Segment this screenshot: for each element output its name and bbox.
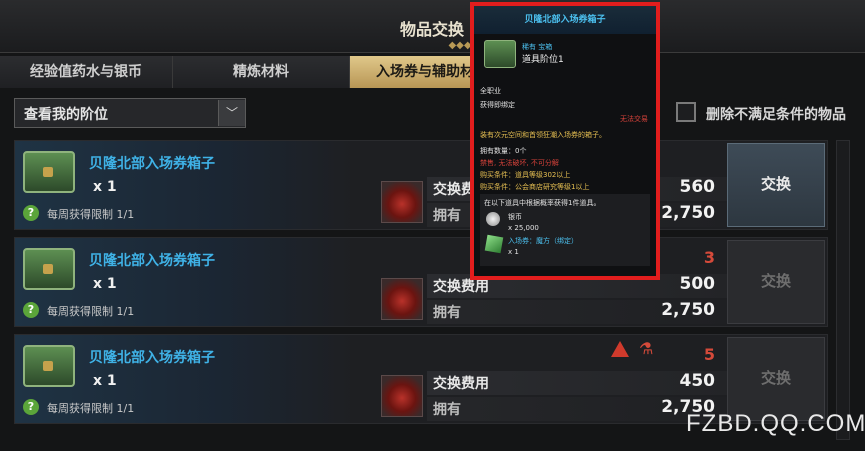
treasure-chest-icon (23, 345, 75, 387)
question-icon[interactable]: ? (23, 399, 39, 415)
tooltip-owned: 拥有数量：0个 (480, 147, 527, 155)
weekly-limit: 每周获得限制 1/1 (47, 402, 135, 415)
window-title: 物品交换 (400, 20, 465, 39)
tooltip-trade: 无法交易 (620, 115, 648, 123)
weekly-limit: 每周获得限制 1/1 (47, 208, 135, 221)
treasure-chest-icon (23, 151, 75, 193)
tooltip-rarity: 稀有 宝箱 (522, 43, 553, 51)
ticket-icon (484, 234, 504, 254)
item-name: 贝隆北部入场券箱子 (89, 350, 215, 366)
scrollbar[interactable] (836, 140, 850, 440)
hide-unmet-checkbox[interactable] (676, 102, 696, 122)
chevron-down-icon[interactable]: ﹀ (218, 100, 245, 126)
tooltip-item-tier: 道具阶位1 (522, 55, 564, 65)
flask-icon: ⚗ (639, 339, 654, 358)
cost-value: 560 (679, 177, 716, 197)
reward-1-name: 银币 (508, 213, 522, 221)
cost-value: 450 (679, 371, 716, 391)
treasure-chest-icon (23, 248, 75, 290)
hide-unmet-label: 删除不满足条件的物品 (706, 107, 846, 123)
tooltip-bind: 获得即绑定 (480, 101, 515, 109)
tooltip-title: 贝隆北部入场券箱子 (524, 15, 606, 25)
tooltip-rewards-header: 在以下道具中根据概率获得1件道具。 (484, 199, 601, 207)
reward-2-name: 入场券：魔方（绑定） (508, 237, 578, 245)
owned-label: 拥有 (433, 208, 461, 224)
treasure-chest-icon (484, 40, 516, 68)
tab-exp-potion-silver[interactable]: 经验值药水与银币 (0, 56, 173, 88)
tooltip-requirement-2: 购买条件：公会商店研究等级1以上 (480, 183, 590, 191)
silver-coin-icon (486, 212, 500, 226)
red-crystal-icon (381, 181, 423, 223)
dropdown-value: 查看我的阶位 (24, 107, 108, 123)
question-icon[interactable]: ? (23, 302, 39, 318)
item-quantity: x 1 (93, 179, 117, 195)
tooltip-restrictions: 禁售, 无法破坏, 不可分解 (480, 159, 559, 167)
question-icon[interactable]: ? (23, 205, 39, 221)
list-item: 贝隆北部入场券箱子 x 1 ? 每周获得限制 1/1 3 交换费用 拥有 500… (14, 237, 828, 327)
item-quantity: x 1 (93, 276, 117, 292)
tooltip-desc: 装有次元空间和首领狂潮入场券的箱子。 (480, 131, 606, 139)
item-name: 贝隆北部入场券箱子 (89, 253, 215, 269)
tooltip-class: 全职业 (480, 87, 501, 95)
red-crystal-icon (381, 278, 423, 320)
exchange-button[interactable]: 交换 (727, 240, 825, 324)
owned-label: 拥有 (433, 402, 461, 418)
owned-value: 2,750 (661, 300, 715, 320)
warning-icon (611, 341, 629, 357)
red-crystal-icon (381, 375, 423, 417)
watermark: FZBD.QQ.COM (686, 410, 865, 437)
exchange-button[interactable]: 交换 (727, 337, 825, 421)
item-quantity: x 1 (93, 373, 117, 389)
tab-label: 入场券与辅助材 (376, 64, 474, 80)
cost-label: 交换费用 (433, 376, 489, 392)
owned-label: 拥有 (433, 305, 461, 321)
tab-label: 经验值药水与银币 (30, 64, 142, 80)
exchange-button[interactable]: 交换 (727, 143, 825, 227)
weekly-limit: 每周获得限制 1/1 (47, 305, 135, 318)
reward-1-qty: x 25,000 (508, 224, 539, 232)
reward-2-qty: x 1 (508, 248, 519, 256)
owned-value: 2,750 (661, 203, 715, 223)
item-name: 贝隆北部入场券箱子 (89, 156, 215, 172)
tooltip-requirement-1: 购买条件：道具等级302以上 (480, 171, 571, 179)
required-count: 3 (703, 248, 715, 267)
required-count: 5 (703, 345, 715, 364)
tab-refining-materials[interactable]: 精炼材料 (173, 56, 350, 88)
cost-value: 500 (679, 274, 716, 294)
tab-label: 精炼材料 (233, 64, 289, 80)
list-item: 贝隆北部入场券箱子 x 1 ? 每周获得限制 1/1 交换费用 拥有 560 2… (14, 140, 828, 230)
